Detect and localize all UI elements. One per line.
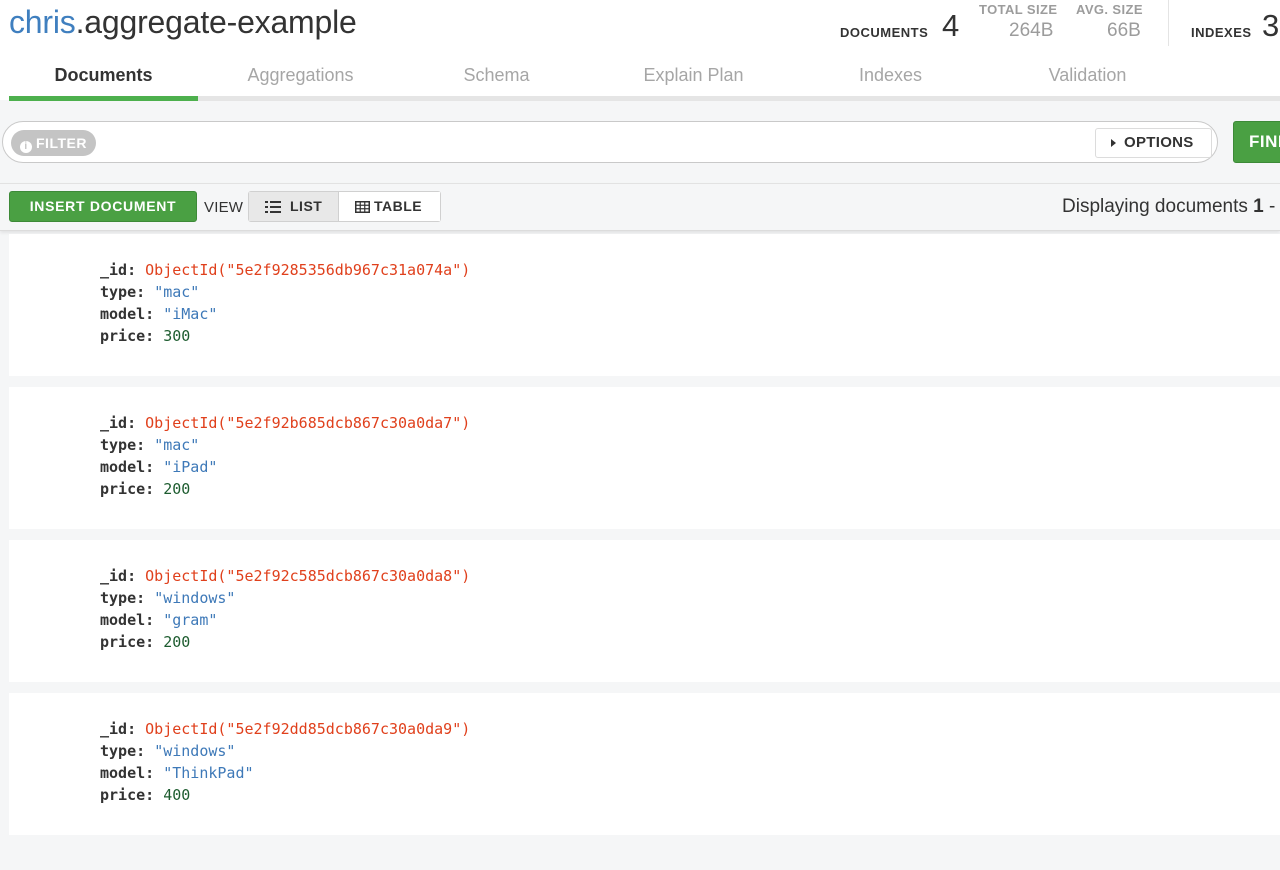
field-key: type:	[100, 742, 146, 760]
field-price: price: 200	[100, 478, 190, 500]
field-price: price: 400	[100, 784, 190, 806]
field-value: "mac"	[154, 283, 200, 301]
list-view-label: LIST	[290, 198, 323, 214]
document-card[interactable]: _id: ObjectId("5e2f92b685dcb867c30a0da7"…	[9, 387, 1280, 529]
find-button[interactable]: FIND	[1233, 121, 1280, 163]
document-card[interactable]: _id: ObjectId("5e2f92c585dcb867c30a0da8"…	[9, 540, 1280, 682]
stats-divider	[1168, 0, 1169, 46]
field-model: model: "iMac"	[100, 303, 217, 325]
field-type: type: "windows"	[100, 740, 235, 762]
list-view-button[interactable]: LIST	[249, 192, 339, 221]
field-key: _id:	[100, 567, 137, 585]
document-card[interactable]: _id: ObjectId("5e2f92dd85dcb867c30a0da9"…	[9, 693, 1280, 835]
table-view-label: TABLE	[374, 198, 423, 214]
displaying-prefix: Displaying documents	[1062, 196, 1248, 217]
field-key: price:	[100, 327, 155, 345]
field-key: model:	[100, 305, 155, 323]
field-key: type:	[100, 283, 146, 301]
field-value: "mac"	[154, 436, 200, 454]
tab-indexes[interactable]: Indexes	[796, 56, 985, 96]
field-key: model:	[100, 611, 155, 629]
tab-documents[interactable]: Documents	[9, 56, 198, 96]
field-value: "windows"	[154, 589, 236, 607]
avg-size-value: 66B	[1107, 20, 1141, 41]
tab-explain-plan[interactable]: Explain Plan	[599, 56, 788, 96]
field-key: price:	[100, 786, 155, 804]
field-value: 300	[163, 327, 191, 345]
avg-size-label: AVG. SIZE	[1076, 2, 1143, 17]
displaying-start: 1	[1253, 196, 1264, 217]
indexes-stat-value: 3	[1262, 8, 1280, 43]
field-value: "iPad"	[163, 458, 218, 476]
list-icon	[265, 201, 281, 213]
view-label: VIEW	[204, 199, 244, 216]
field-key: model:	[100, 458, 155, 476]
field-price: price: 300	[100, 325, 190, 347]
field-key: _id:	[100, 720, 137, 738]
field-price: price: 200	[100, 631, 190, 653]
filter-bar: i FILTER OPTIONS	[2, 121, 1218, 163]
collection-title: chris.aggregate-example	[9, 4, 357, 41]
field-value: 200	[163, 480, 191, 498]
table-icon	[355, 201, 370, 213]
field-id: _id: ObjectId("5e2f9285356db967c31a074a"…	[100, 259, 470, 281]
field-type: type: "mac"	[100, 281, 199, 303]
tab-aggregations[interactable]: Aggregations	[206, 56, 395, 96]
field-value: ObjectId("5e2f92c585dcb867c30a0da8")	[145, 567, 471, 585]
options-label: OPTIONS	[1124, 134, 1194, 151]
insert-document-button[interactable]: INSERT DOCUMENT	[9, 191, 197, 222]
field-id: _id: ObjectId("5e2f92b685dcb867c30a0da7"…	[100, 412, 470, 434]
field-id: _id: ObjectId("5e2f92c585dcb867c30a0da8"…	[100, 565, 470, 587]
field-value: ObjectId("5e2f92dd85dcb867c30a0da9")	[145, 720, 471, 738]
documents-stat-value: 4	[942, 8, 960, 43]
indexes-stat-label: INDEXES	[1191, 25, 1252, 40]
field-model: model: "ThinkPad"	[100, 762, 254, 784]
filter-input[interactable]	[103, 128, 1087, 160]
options-button[interactable]: OPTIONS	[1095, 128, 1212, 158]
field-id: _id: ObjectId("5e2f92dd85dcb867c30a0da9"…	[100, 718, 470, 740]
field-key: model:	[100, 764, 155, 782]
documents-stat-label: DOCUMENTS	[840, 25, 929, 40]
collection-tabs: Documents Aggregations Schema Explain Pl…	[9, 56, 1280, 101]
tab-schema[interactable]: Schema	[402, 56, 591, 96]
filter-label-pill[interactable]: i FILTER	[11, 130, 96, 156]
pagination-summary: Displaying documents 1 -	[1062, 196, 1275, 218]
field-value: "gram"	[163, 611, 218, 629]
displaying-suffix: -	[1263, 196, 1276, 217]
info-icon: i	[20, 141, 32, 153]
view-toggle: LIST TABLE	[248, 191, 441, 222]
total-size-label: TOTAL SIZE	[979, 2, 1058, 17]
caret-right-icon	[1111, 139, 1116, 147]
field-value: 400	[163, 786, 191, 804]
field-key: price:	[100, 633, 155, 651]
tab-validation[interactable]: Validation	[993, 56, 1182, 96]
collection-header: chris.aggregate-example DOCUMENTS 4 TOTA…	[0, 0, 1280, 101]
field-value: "ThinkPad"	[163, 764, 254, 782]
database-name[interactable]: chris	[9, 4, 76, 40]
total-size-value: 264B	[1009, 20, 1054, 41]
collection-name: aggregate-example	[84, 4, 357, 40]
field-value: "iMac"	[163, 305, 218, 323]
field-type: type: "mac"	[100, 434, 199, 456]
filter-label: FILTER	[36, 135, 87, 151]
field-value: "windows"	[154, 742, 236, 760]
field-key: type:	[100, 436, 146, 454]
field-model: model: "iPad"	[100, 456, 217, 478]
field-key: _id:	[100, 261, 137, 279]
field-key: _id:	[100, 414, 137, 432]
field-key: type:	[100, 589, 146, 607]
field-value: ObjectId("5e2f9285356db967c31a074a")	[145, 261, 471, 279]
field-key: price:	[100, 480, 155, 498]
title-separator: .	[75, 4, 85, 40]
table-view-button[interactable]: TABLE	[339, 192, 440, 221]
document-card[interactable]: _id: ObjectId("5e2f9285356db967c31a074a"…	[9, 234, 1280, 376]
field-type: type: "windows"	[100, 587, 235, 609]
field-value: ObjectId("5e2f92b685dcb867c30a0da7")	[145, 414, 471, 432]
field-value: 200	[163, 633, 191, 651]
field-model: model: "gram"	[100, 609, 217, 631]
